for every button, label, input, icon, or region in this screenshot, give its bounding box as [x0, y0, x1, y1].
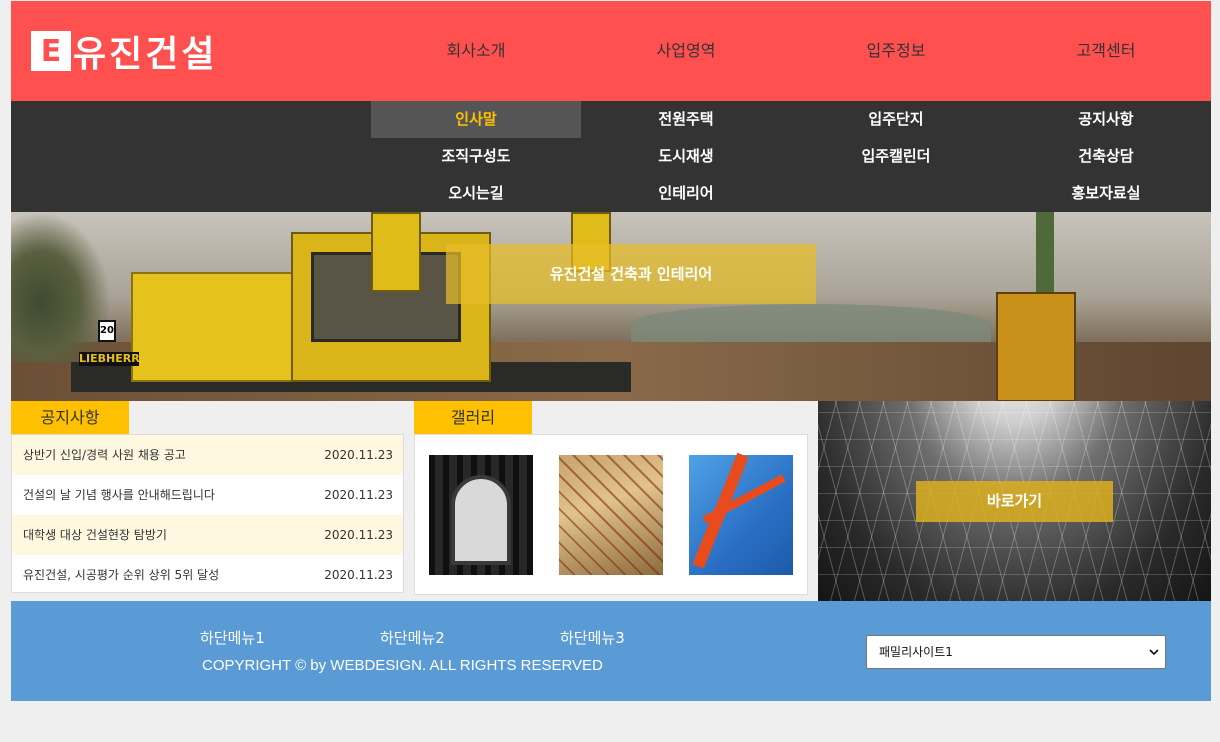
- submenu-complex[interactable]: 입주단지: [791, 101, 1001, 138]
- submenu-directions[interactable]: 오시는길: [371, 175, 581, 212]
- gallery-tab[interactable]: 갤러리: [414, 401, 532, 434]
- submenu-greeting[interactable]: 인사말: [371, 101, 581, 138]
- family-site-select[interactable]: 패밀리사이트1: [866, 635, 1166, 669]
- notice-item[interactable]: 대학생 대상 건설현장 탐방기 2020.11.23: [12, 515, 403, 555]
- notice-date: 2020.11.23: [324, 528, 393, 542]
- footer: 하단메뉴1 하단메뉴2 하단메뉴3 COPYRIGHT © by WEBDESI…: [11, 601, 1211, 701]
- rebar-pattern: [559, 455, 663, 575]
- notice-date: 2020.11.23: [324, 568, 393, 582]
- visual-hill: [631, 304, 991, 344]
- logo-mark: E: [31, 31, 71, 71]
- excavator-sign: 20: [98, 320, 116, 342]
- excavator-arm: [371, 212, 421, 292]
- notice-title: 상반기 신입/경력 사원 채용 공고: [23, 448, 186, 462]
- notice-item[interactable]: 상반기 신입/경력 사원 채용 공고 2020.11.23: [12, 435, 403, 475]
- notice-item[interactable]: 건설의 날 기념 행사를 안내해드립니다 2020.11.23: [12, 475, 403, 515]
- main-visual: 20 LIEBHERR 유진건설 건축과 인테리어: [11, 212, 1211, 401]
- excavator-label: LIEBHERR: [79, 352, 140, 366]
- shortcut-banner: 바로가기: [818, 401, 1211, 601]
- excavator-hook: [996, 292, 1076, 401]
- submenu-panel: 인사말 조직구성도 오시는길 전원주택 도시재생 인테리어 입주단지 입주캘린더…: [11, 101, 1211, 212]
- notice-title: 건설의 날 기념 행사를 안내해드립니다: [23, 488, 215, 502]
- chevron-down-icon: [1149, 649, 1159, 656]
- footer-menu-1[interactable]: 하단메뉴1: [200, 627, 265, 648]
- notice-title: 대학생 대상 건설현장 탐방기: [23, 528, 167, 542]
- logo-text: 유진건설: [73, 34, 218, 75]
- submenu-pr-materials[interactable]: 홍보자료실: [1001, 175, 1211, 212]
- notice-tab[interactable]: 공지사항: [11, 401, 129, 434]
- arch-shape: [451, 475, 511, 565]
- submenu-urban-regeneration[interactable]: 도시재생: [581, 138, 791, 175]
- notice-title: 유진건설, 시공평가 순위 상위 5위 달성: [23, 568, 220, 582]
- notice-item[interactable]: 유진건설, 시공평가 순위 상위 5위 달성 2020.11.23: [12, 555, 403, 595]
- main-menu-business[interactable]: 사업영역: [581, 1, 791, 101]
- visual-tree: [11, 212, 111, 362]
- notice-list: 상반기 신입/경력 사원 채용 공고 2020.11.23 건설의 날 기념 행…: [11, 434, 404, 593]
- submenu-interior[interactable]: 인테리어: [581, 175, 791, 212]
- submenu-calendar[interactable]: 입주캘린더: [791, 138, 1001, 175]
- notice-date: 2020.11.23: [324, 448, 393, 462]
- copyright: COPYRIGHT © by WEBDESIGN. ALL RIGHTS RES…: [202, 657, 603, 674]
- gallery-panel: [414, 434, 808, 595]
- submenu-organization[interactable]: 조직구성도: [371, 138, 581, 175]
- main-menu-company[interactable]: 회사소개: [371, 1, 581, 101]
- gallery-thumb-crane[interactable]: [689, 452, 793, 575]
- gallery-thumb-construction-site[interactable]: [559, 455, 663, 575]
- main-menu-residence[interactable]: 입주정보: [791, 1, 1001, 101]
- visual-banner: 유진건설 건축과 인테리어: [446, 244, 816, 304]
- main-menu-support[interactable]: 고객센터: [1001, 1, 1211, 101]
- page-wrapper: E 유진건설 회사소개 사업영역 입주정보 고객센터 인사말 조직구성도 오시는…: [11, 1, 1211, 701]
- family-site-value: 패밀리사이트1: [879, 645, 953, 659]
- submenu-country-house[interactable]: 전원주택: [581, 101, 791, 138]
- submenu-consulting[interactable]: 건축상담: [1001, 138, 1211, 175]
- submenu-notice[interactable]: 공지사항: [1001, 101, 1211, 138]
- header: E 유진건설 회사소개 사업영역 입주정보 고객센터: [11, 1, 1211, 101]
- footer-menu-3[interactable]: 하단메뉴3: [560, 627, 625, 648]
- logo[interactable]: E 유진건설: [31, 31, 217, 75]
- footer-menu-2[interactable]: 하단메뉴2: [380, 627, 445, 648]
- gallery-thumb-arches[interactable]: [429, 455, 533, 575]
- shortcut-button[interactable]: 바로가기: [916, 481, 1113, 522]
- notice-date: 2020.11.23: [324, 488, 393, 502]
- crane-jib: [702, 474, 786, 524]
